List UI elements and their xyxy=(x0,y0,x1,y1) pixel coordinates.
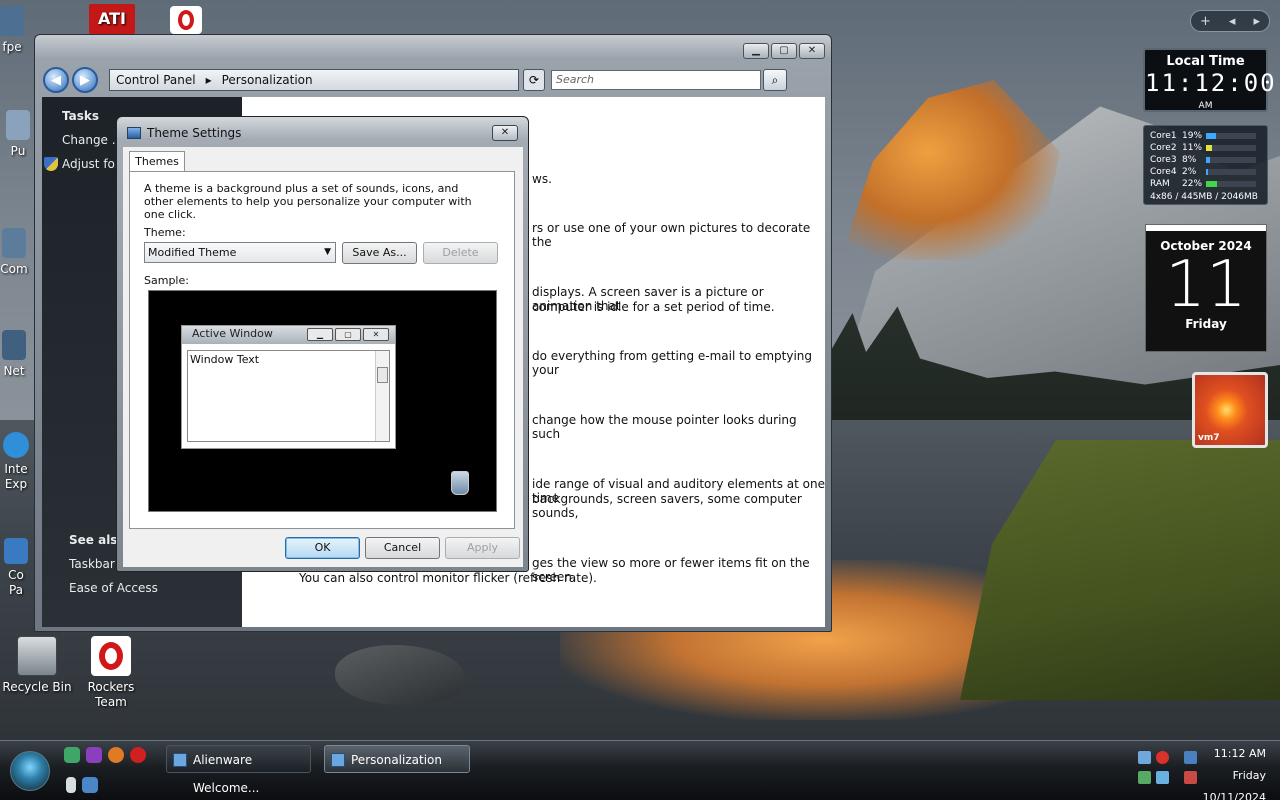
back-button[interactable]: ◀ xyxy=(43,67,69,93)
error-icon[interactable] xyxy=(1156,751,1169,764)
cpu-meter-gadget: Core1 19% Core2 11% Core3 8% Core4 2% RAM 22%… xyxy=(1143,125,1268,205)
minimize-icon: ▁ xyxy=(307,328,333,341)
taskbar-clock[interactable]: 11:12 AM Friday 10/11/2024 xyxy=(1196,743,1266,800)
sample-scrollbar xyxy=(375,351,389,441)
ram-level-bar xyxy=(1206,181,1256,187)
display-settings-icon xyxy=(127,127,141,139)
close-icon: ✕ xyxy=(363,328,389,341)
see-also-link[interactable]: Ease of Access xyxy=(69,581,158,595)
cpu-core-row: Core3 8% xyxy=(1150,154,1261,166)
theme-description: A theme is a background plus a set of so… xyxy=(144,182,472,221)
quick-launch xyxy=(64,747,146,763)
chevron-down-icon: ▼ xyxy=(324,247,331,257)
opera-icon[interactable] xyxy=(130,747,146,763)
sample-label: Sample: xyxy=(144,274,189,287)
cancel-button[interactable]: Cancel xyxy=(365,537,440,559)
apply-button[interactable]: Apply xyxy=(445,537,520,559)
maximize-icon: ▢ xyxy=(335,328,361,341)
cpu-level-bar xyxy=(1206,145,1256,151)
tab-themes[interactable]: Themes xyxy=(129,151,185,172)
next-gadget-icon[interactable]: ▸ xyxy=(1253,14,1260,29)
notification-area xyxy=(1136,745,1197,785)
slideshow-gadget[interactable]: vm7 xyxy=(1192,372,1268,448)
recycle-bin-icon xyxy=(451,471,469,495)
theme-select[interactable]: Modified Theme ▼ xyxy=(144,242,336,263)
dialog-title: Theme Settings xyxy=(127,126,241,140)
close-button[interactable]: ✕ xyxy=(799,43,825,59)
save-as-button[interactable]: Save As... xyxy=(342,242,417,264)
theme-sample-preview: Active Window ▁ ▢ ✕ Window Text xyxy=(148,290,497,512)
quick-launch-row2 xyxy=(66,777,98,793)
rockers-team-icon[interactable]: Rockers Team xyxy=(71,636,151,710)
ati-catalyst-icon[interactable]: ATI xyxy=(72,4,152,38)
dialog-close-button[interactable]: ✕ xyxy=(492,125,518,141)
sidebar-gadget-toolbar[interactable]: + ◂ ▸ xyxy=(1190,10,1270,32)
uac-shield-icon xyxy=(44,157,58,171)
previous-gadget-icon[interactable]: ◂ xyxy=(1229,14,1236,29)
content-text: do everything from getting e-mail to emp… xyxy=(532,349,813,377)
refresh-icon[interactable]: ⟳ xyxy=(523,69,545,91)
taskbar-button-alienware[interactable]: Alienware Welcome... xyxy=(166,745,311,795)
breadcrumb-control-panel[interactable]: Control Panel xyxy=(116,73,196,87)
themes-tab-panel: A theme is a background plus a set of so… xyxy=(129,171,515,529)
content-text: change how the mouse pointer looks durin… xyxy=(532,413,797,441)
cpu-level-bar xyxy=(1206,133,1256,139)
recycle-bin-icon[interactable]: Recycle Bin xyxy=(0,636,77,695)
sample-window-title: Active Window xyxy=(192,327,273,340)
breadcrumb-personalization[interactable]: Personalization xyxy=(222,73,313,87)
maximize-button[interactable]: ▢ xyxy=(771,43,797,59)
content-text: backgrounds, screen savers, some compute… xyxy=(532,492,802,520)
connection-icon[interactable] xyxy=(1156,771,1169,784)
cpu-level-bar xyxy=(1206,169,1256,175)
network-status-icon[interactable] xyxy=(1138,771,1151,784)
theme-settings-dialog: Theme Settings ✕ Themes A theme is a bac… xyxy=(116,116,529,572)
firefox-icon[interactable] xyxy=(108,747,124,763)
taskbar: Alienware Welcome... Personalization 11:… xyxy=(0,740,1280,800)
content-text: rs or use one of your own pictures to de… xyxy=(532,221,811,249)
delete-button[interactable]: Delete xyxy=(423,242,498,264)
cpu-core-row: Core2 11% xyxy=(1150,142,1261,154)
ok-button[interactable]: OK xyxy=(285,537,360,559)
content-text: ws. xyxy=(532,172,552,186)
window-icon[interactable] xyxy=(82,777,98,793)
calendar-gadget: October 2024 11 Friday xyxy=(1145,224,1267,352)
network-icon[interactable] xyxy=(1138,751,1151,764)
sample-window-text: Window Text xyxy=(190,353,260,366)
clock-gadget: Local Time 11:12:00 AM xyxy=(1143,48,1275,112)
theme-label: Theme: xyxy=(144,226,186,239)
switch-windows-icon[interactable] xyxy=(86,747,102,763)
show-desktop-icon[interactable] xyxy=(64,747,80,763)
cpu-core-row: Core1 19% xyxy=(1150,130,1261,142)
start-button[interactable] xyxy=(10,751,50,791)
sample-active-window: Active Window ▁ ▢ ✕ Window Text xyxy=(181,325,396,449)
welcome-icon xyxy=(173,753,187,767)
ram-row: RAM 22% xyxy=(1150,178,1261,190)
chevron-right-icon: ▸ xyxy=(205,73,212,87)
content-text: You can also control monitor flicker (re… xyxy=(299,571,597,585)
add-gadget-icon[interactable]: + xyxy=(1200,14,1211,29)
forward-button[interactable]: ▶ xyxy=(72,67,98,93)
control-panel-icon xyxy=(331,753,345,767)
search-input[interactable]: Search xyxy=(551,70,761,90)
document-icon[interactable] xyxy=(66,777,76,793)
breadcrumb[interactable]: Control Panel ▸ Personalization xyxy=(109,69,519,91)
cpu-core-row: Core4 2% xyxy=(1150,166,1261,178)
address-bar: ◀ ▶ Control Panel ▸ Personalization ⟳ Se… xyxy=(43,65,823,95)
minimize-button[interactable]: ▁ xyxy=(743,43,769,59)
cpu-level-bar xyxy=(1206,157,1256,163)
content-text: computer is idle for a set period of tim… xyxy=(532,300,775,314)
taskbar-button-personalization[interactable]: Personalization xyxy=(324,745,470,773)
search-icon[interactable]: ⌕ xyxy=(763,69,787,91)
